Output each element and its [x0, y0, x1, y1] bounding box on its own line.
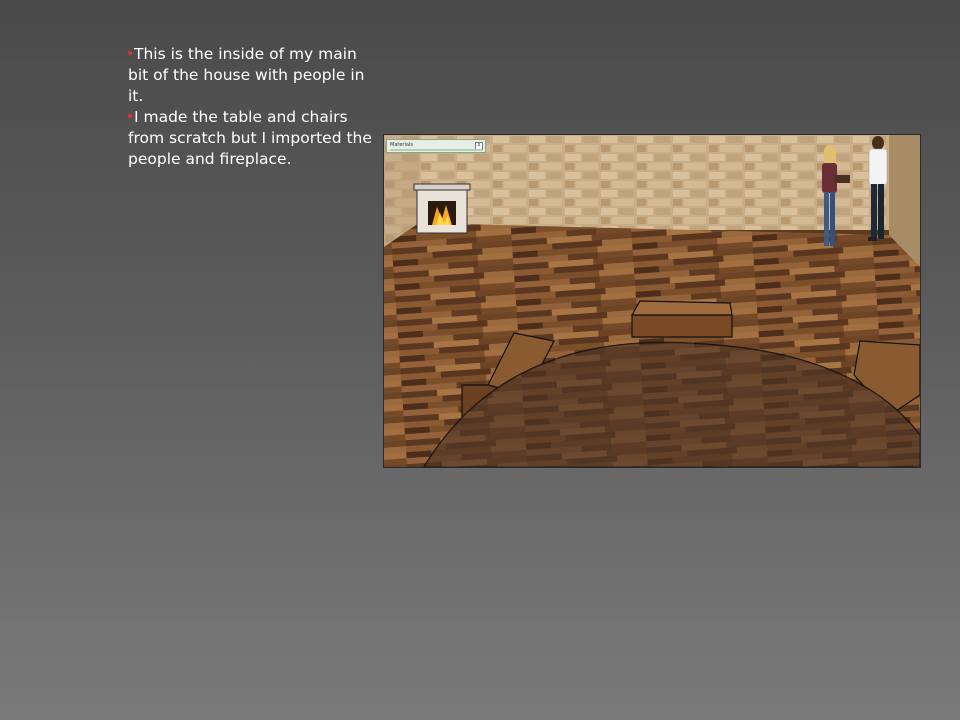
materials-panel-title: Materials	[390, 142, 413, 148]
fireplace	[413, 183, 471, 234]
bullet-item: This is the inside of my main bit of the…	[128, 44, 373, 107]
bullet-dot-icon	[128, 113, 132, 118]
bullet-text: This is the inside of my main bit of the…	[128, 45, 365, 105]
slide: This is the inside of my main bit of the…	[0, 0, 960, 720]
house-interior-render: Materials x	[383, 134, 921, 468]
chair-back	[630, 300, 733, 338]
room-illustration	[384, 135, 920, 467]
bullet-item: I made the table and chairs from scratch…	[128, 107, 373, 170]
bullet-list: This is the inside of my main bit of the…	[128, 44, 373, 170]
materials-panel-bar	[390, 149, 482, 151]
bullet-dot-icon	[128, 50, 132, 55]
materials-panel[interactable]: Materials x	[386, 139, 486, 153]
bullet-text: I made the table and chairs from scratch…	[128, 108, 372, 168]
